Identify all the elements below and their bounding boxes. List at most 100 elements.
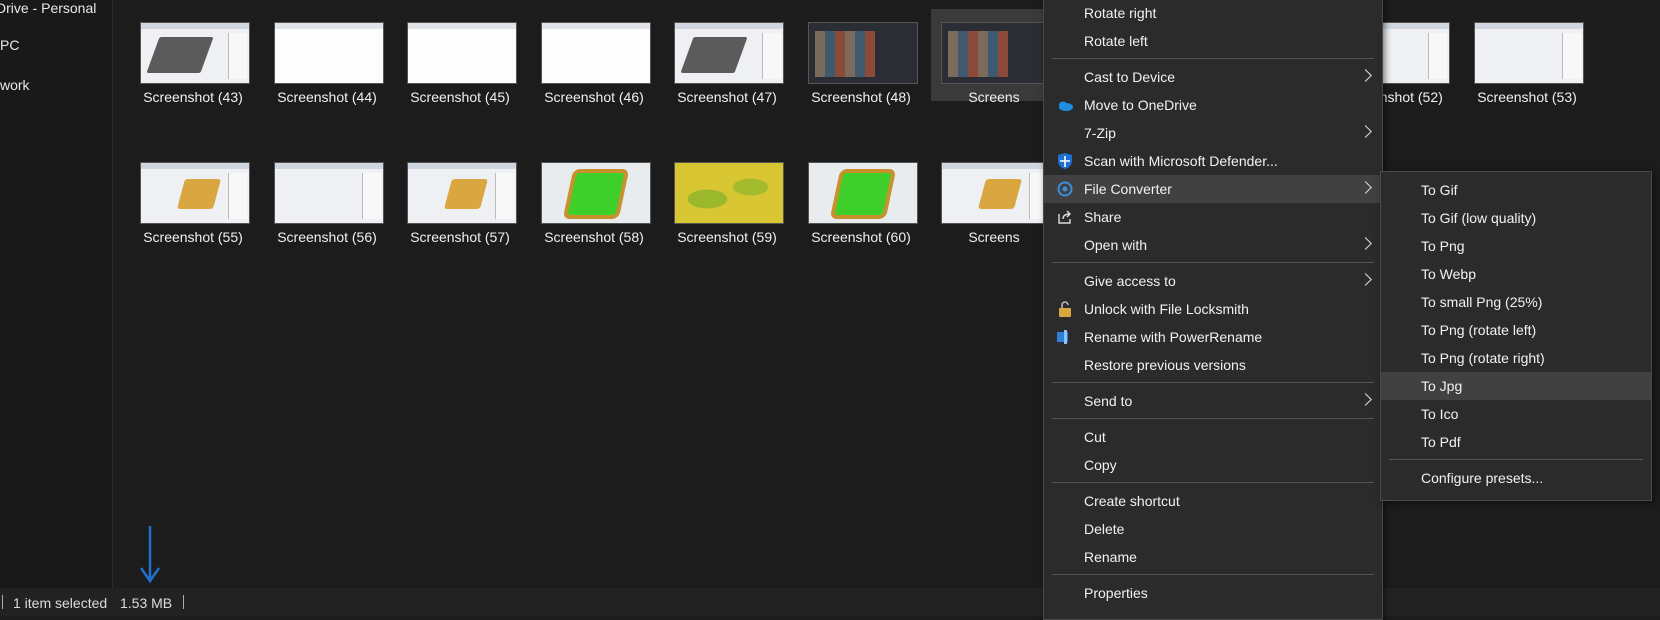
- file-tile[interactable]: Screenshot (58): [531, 149, 657, 245]
- status-separator: [2, 595, 3, 609]
- file-tile[interactable]: Screenshot (48): [798, 9, 924, 105]
- menu-item-rotate-right[interactable]: Rotate right: [1044, 0, 1382, 27]
- file-tile[interactable]: Screenshot (46): [531, 9, 657, 105]
- file-name-label: Screenshot (57): [410, 229, 510, 245]
- menu-item-label: 7-Zip: [1084, 125, 1116, 141]
- submenu-item-to-pdf[interactable]: To Pdf: [1381, 428, 1651, 456]
- menu-item-create-shortcut[interactable]: Create shortcut: [1044, 487, 1382, 515]
- menu-item-label: Open with: [1084, 237, 1148, 253]
- menu-item-properties[interactable]: Properties: [1044, 579, 1382, 607]
- submenu-item-to-jpg[interactable]: To Jpg: [1381, 372, 1651, 400]
- nav-item-this-pc[interactable]: PC: [0, 37, 19, 53]
- file-tile[interactable]: Screenshot (53): [1464, 9, 1590, 105]
- file-tile[interactable]: Screenshot (55): [130, 149, 256, 245]
- menu-item-delete[interactable]: Delete: [1044, 515, 1382, 543]
- menu-item-file-converter[interactable]: File Converter: [1044, 175, 1382, 203]
- menu-item-restore-previous-versions[interactable]: Restore previous versions: [1044, 351, 1382, 379]
- file-thumbnail: [1474, 22, 1584, 84]
- file-tile[interactable]: Screenshot (60): [798, 149, 924, 245]
- file-tile[interactable]: Screenshot (44): [264, 9, 390, 105]
- submenu-item-to-png[interactable]: To Png: [1381, 232, 1651, 260]
- menu-item-cut[interactable]: Cut: [1044, 423, 1382, 451]
- menu-separator: [1052, 262, 1374, 263]
- file-thumbnail: [674, 22, 784, 84]
- file-name-label: Screenshot (53): [1477, 89, 1577, 105]
- thumbnail-graphic: [443, 179, 489, 209]
- file-tile[interactable]: Screenshot (57): [397, 149, 523, 245]
- file-name-label: Screenshot (58): [544, 229, 644, 245]
- submenu-item-label: To small Png (25%): [1421, 294, 1543, 310]
- submenu-item-label: To Png (rotate left): [1421, 322, 1537, 338]
- status-size-text: 1.53 MB: [120, 595, 173, 611]
- menu-item-label: Send to: [1084, 393, 1133, 409]
- file-tile[interactable]: Screens: [931, 9, 1057, 105]
- menu-item-open-with[interactable]: Open with: [1044, 231, 1382, 259]
- submenu-item-to-small-png-25[interactable]: To small Png (25%): [1381, 288, 1651, 316]
- file-converter-submenu: To Gif To Gif (low quality) To Png To Webp T…: [1380, 171, 1652, 501]
- submenu-item-to-png-rotate-left[interactable]: To Png (rotate left): [1381, 316, 1651, 344]
- menu-item-rotate-left[interactable]: Rotate left: [1044, 27, 1382, 55]
- menu-item-label: Rotate right: [1084, 5, 1157, 21]
- menu-item-label: Cut: [1084, 429, 1106, 445]
- menu-item-rename-with-powerrename[interactable]: Rename with PowerRename: [1044, 323, 1382, 351]
- status-bar: 1 item selected 1.53 MB: [0, 588, 1660, 616]
- file-name-label: Screenshot (43): [143, 89, 243, 105]
- nav-item-onedrive[interactable]: Drive - Personal: [0, 0, 96, 16]
- menu-separator: [1052, 58, 1374, 59]
- file-name-label: Screenshot (60): [811, 229, 911, 245]
- menu-separator: [1052, 574, 1374, 575]
- submenu-item-configure-presets[interactable]: Configure presets...: [1381, 464, 1651, 492]
- menu-item-7-zip[interactable]: 7-Zip: [1044, 119, 1382, 147]
- menu-item-move-to-onedrive[interactable]: Move to OneDrive: [1044, 91, 1382, 119]
- menu-item-scan-with-microsoft-defender[interactable]: Scan with Microsoft Defender...: [1044, 147, 1382, 175]
- file-thumbnail: [541, 22, 651, 84]
- menu-item-give-access-to[interactable]: Give access to: [1044, 267, 1382, 295]
- file-tile[interactable]: Screenshot (59): [664, 149, 790, 245]
- file-name-label: Screenshot (47): [677, 89, 777, 105]
- menu-item-send-to[interactable]: Send to: [1044, 387, 1382, 415]
- submenu-item-to-webp[interactable]: To Webp: [1381, 260, 1651, 288]
- menu-item-label: Copy: [1084, 457, 1117, 473]
- file-thumbnail: [808, 22, 918, 84]
- menu-item-label: Give access to: [1084, 273, 1176, 289]
- file-tile[interactable]: Screens: [931, 149, 1057, 245]
- submenu-item-to-png-rotate-right[interactable]: To Png (rotate right): [1381, 344, 1651, 372]
- submenu-item-to-gif-low-quality[interactable]: To Gif (low quality): [1381, 204, 1651, 232]
- menu-item-share[interactable]: Share: [1044, 203, 1382, 231]
- navigation-pane: Drive - Personal PC work: [0, 0, 113, 588]
- menu-item-label: Scan with Microsoft Defender...: [1084, 153, 1278, 169]
- file-thumbnail: [541, 162, 651, 224]
- file-tile[interactable]: Screenshot (45): [397, 9, 523, 105]
- submenu-item-to-gif[interactable]: To Gif: [1381, 176, 1651, 204]
- file-thumbnail: [941, 162, 1051, 224]
- menu-item-label: Properties: [1084, 585, 1148, 601]
- file-tile[interactable]: Screenshot (56): [264, 149, 390, 245]
- submenu-item-label: To Png (rotate right): [1421, 350, 1545, 366]
- menu-item-copy[interactable]: Copy: [1044, 451, 1382, 479]
- chevron-right-icon: [1359, 69, 1372, 82]
- submenu-item-label: Configure presets...: [1421, 470, 1544, 486]
- submenu-item-to-ico[interactable]: To Ico: [1381, 400, 1651, 428]
- file-tile[interactable]: Screenshot (43): [130, 9, 256, 105]
- thumbnail-graphic: [567, 173, 625, 215]
- menu-item-label: Create shortcut: [1084, 493, 1180, 509]
- file-thumbnail: [808, 162, 918, 224]
- menu-item-cast-to-device[interactable]: Cast to Device: [1044, 63, 1382, 91]
- menu-separator: [1389, 459, 1643, 460]
- menu-separator: [1052, 418, 1374, 419]
- chevron-right-icon: [1359, 393, 1372, 406]
- submenu-item-label: To Jpg: [1421, 378, 1463, 394]
- submenu-item-label: To Gif (low quality): [1421, 210, 1537, 226]
- down-arrow-annotation: [140, 526, 160, 584]
- nav-item-work[interactable]: work: [0, 77, 30, 93]
- file-tile[interactable]: Screenshot (47): [664, 9, 790, 105]
- thumbnail-graphic: [977, 179, 1023, 209]
- menu-item-rename[interactable]: Rename: [1044, 543, 1382, 571]
- menu-item-label: Rotate left: [1084, 33, 1148, 49]
- menu-item-label: Unlock with File Locksmith: [1084, 301, 1249, 317]
- menu-separator: [1052, 382, 1374, 383]
- file-name-label: Screenshot (46): [544, 89, 644, 105]
- menu-item-unlock-with-file-locksmith[interactable]: Unlock with File Locksmith: [1044, 295, 1382, 323]
- submenu-item-label: To Gif: [1421, 182, 1458, 198]
- menu-item-label: File Converter: [1084, 181, 1172, 197]
